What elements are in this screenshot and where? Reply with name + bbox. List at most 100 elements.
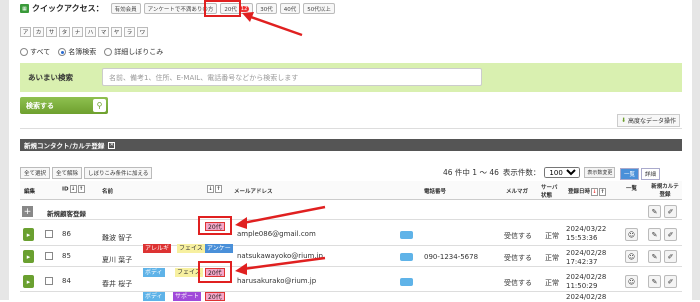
new-karte-icon[interactable]: ✎ <box>648 250 661 263</box>
col-id-label: ID <box>62 186 69 193</box>
person-icon[interactable]: ☺ <box>625 250 638 263</box>
row-checkbox[interactable] <box>45 230 53 238</box>
search-button[interactable]: 検索する ⚲ <box>20 97 108 114</box>
radio-circle <box>104 48 113 56</box>
table-header: 編集 ID ↓ ↑ 名前 ↓ ↑ メールアドレス 電話番号 メルマガ サーバ状態 登録… <box>20 181 682 200</box>
search-button-label: 検索する <box>26 102 54 110</box>
kana-tab[interactable]: タ <box>59 27 70 37</box>
fuzzy-search-label: あいまい検索 <box>28 73 73 82</box>
new-karte-icon[interactable]: ✎ <box>648 228 661 241</box>
row-status: 正常 <box>545 232 559 240</box>
mail-icon[interactable] <box>400 278 413 286</box>
sort-down-icon[interactable]: ↓ <box>591 187 599 196</box>
row-mailmag: 受信する <box>504 232 532 240</box>
edit-icon[interactable]: ✐ <box>664 250 677 263</box>
list-view-button[interactable]: 一覧 <box>620 168 640 180</box>
row-checkbox[interactable] <box>45 252 53 260</box>
mail-icon[interactable] <box>400 253 413 261</box>
new-karte-icon[interactable]: ✎ <box>648 275 661 288</box>
edit-icon[interactable]: ✐ <box>664 228 677 241</box>
sort-up-icon[interactable]: ↑ <box>77 185 85 193</box>
kana-tab[interactable]: ア <box>20 27 31 37</box>
tag-allergy: アレルギ <box>143 244 172 253</box>
table-row-divider <box>20 245 682 246</box>
search-icon: ⚲ <box>93 99 106 112</box>
kana-tab[interactable]: マ <box>98 27 109 37</box>
fuzzy-search-input[interactable]: 名前、備考1、住所、E-MAIL、電話番号などから検索します <box>102 68 482 86</box>
person-icon[interactable]: ☺ <box>625 275 638 288</box>
chip-50s-plus[interactable]: 50代以上 <box>303 3 335 14</box>
mail-icon[interactable] <box>400 231 413 239</box>
divider <box>20 128 682 129</box>
sort-down-icon[interactable]: ↓ <box>207 185 214 193</box>
kana-tab[interactable]: サ <box>46 27 57 37</box>
row-date: 2024/02/28 <box>566 249 607 257</box>
add-filter-button[interactable]: しぼりこみ条件に加える <box>84 167 153 179</box>
row-name[interactable]: 夏川 葉子 <box>102 255 132 265</box>
row-time: 17:42:37 <box>566 258 598 266</box>
sort-up-icon[interactable]: ↑ <box>599 187 607 196</box>
detail-view-button[interactable]: 詳細 <box>641 168 661 180</box>
section-title: 新規コンタクト/カルテ登録 <box>24 142 105 150</box>
radio-label: 詳細しぼりこみ <box>114 48 164 56</box>
per-page-label: 表示件数： <box>502 168 541 177</box>
kana-tab[interactable]: ラ <box>124 27 135 37</box>
row-checkbox[interactable] <box>45 277 53 285</box>
row-id: 86 <box>62 230 71 238</box>
edit-row-button[interactable]: ▸ <box>23 228 34 241</box>
table-row-divider <box>20 219 682 220</box>
paging-controls: 46 件中 1 ～ 46 表示件数： 100 表示数変更 <box>443 167 616 178</box>
row-email[interactable]: ample086@gmail.com <box>237 230 316 238</box>
row-status: 正常 <box>545 254 559 262</box>
edit-icon[interactable]: ✐ <box>664 205 677 218</box>
highlight-20s-chip <box>204 0 241 17</box>
edit-row-button[interactable]: ▸ <box>23 275 34 288</box>
col-registered-label: 登録日時 <box>568 189 591 195</box>
row-date: 2024/02/28 <box>566 273 607 281</box>
per-page-select[interactable]: 100 <box>544 167 581 178</box>
add-new-icon[interactable]: + <box>22 206 33 217</box>
row-name[interactable]: 難波 智子 <box>102 233 132 243</box>
table-row-divider <box>20 266 682 267</box>
edit-icon[interactable]: ✐ <box>664 275 677 288</box>
collapse-icon[interactable]: ✕ <box>108 141 116 149</box>
kana-tab[interactable]: ハ <box>85 27 96 37</box>
row-id: 85 <box>62 252 71 260</box>
kana-tab[interactable]: ワ <box>137 27 148 37</box>
kana-tab[interactable]: カ <box>33 27 44 37</box>
search-mode-radios: すべて 名簿検索 詳細しぼりこみ <box>20 47 163 57</box>
kana-tab[interactable]: ナ <box>72 27 83 37</box>
advanced-data-label: 高度なデータ操作 <box>627 118 676 125</box>
annotation-arrow-row3 <box>235 256 326 275</box>
highlight-row3-tag <box>198 261 232 283</box>
table-row-divider <box>20 291 682 292</box>
highlight-row1-tag <box>198 216 232 235</box>
advanced-data-button[interactable]: ⬇ 高度なデータ操作 <box>616 114 680 127</box>
row-mailmag: 受信する <box>504 254 532 262</box>
radio-all[interactable]: すべて <box>20 47 50 57</box>
change-per-page-button[interactable]: 表示数変更 <box>584 167 616 178</box>
radio-roster[interactable]: 名簿検索 <box>58 47 96 57</box>
row-time: 11:50:29 <box>566 282 598 290</box>
radio-circle <box>20 48 28 56</box>
annotation-arrow-top <box>242 12 303 37</box>
radio-detailed[interactable]: 詳細しぼりこみ <box>104 47 163 57</box>
new-karte-icon[interactable]: ✎ <box>648 205 661 218</box>
row-mailmag: 受信する <box>504 279 532 287</box>
sort-up-icon[interactable]: ↑ <box>215 185 222 193</box>
new-customer-label: 新規顧客登録 <box>47 210 86 218</box>
section-header: 新規コンタクト/カルテ登録 ✕ <box>20 139 682 151</box>
row-name[interactable]: 春井 桜子 <box>102 279 132 289</box>
col-list: 一覧 <box>626 186 638 192</box>
download-icon: ⬇ <box>620 117 626 124</box>
person-icon[interactable]: ☺ <box>625 228 638 241</box>
select-all-button[interactable]: 全て選択 <box>20 167 51 179</box>
row-phone: 090-1234-5678 <box>424 253 479 261</box>
annotation-arrow-row1 <box>235 205 326 229</box>
row-email[interactable]: harusakurako@rium.jp <box>237 277 316 285</box>
kana-tab[interactable]: ヤ <box>111 27 122 37</box>
chip-active-members[interactable]: 有効会員 <box>110 3 141 14</box>
edit-row-button[interactable]: ▸ <box>23 250 34 263</box>
sort-down-icon[interactable]: ↓ <box>69 185 77 193</box>
deselect-all-button[interactable]: 全て解除 <box>52 167 83 179</box>
